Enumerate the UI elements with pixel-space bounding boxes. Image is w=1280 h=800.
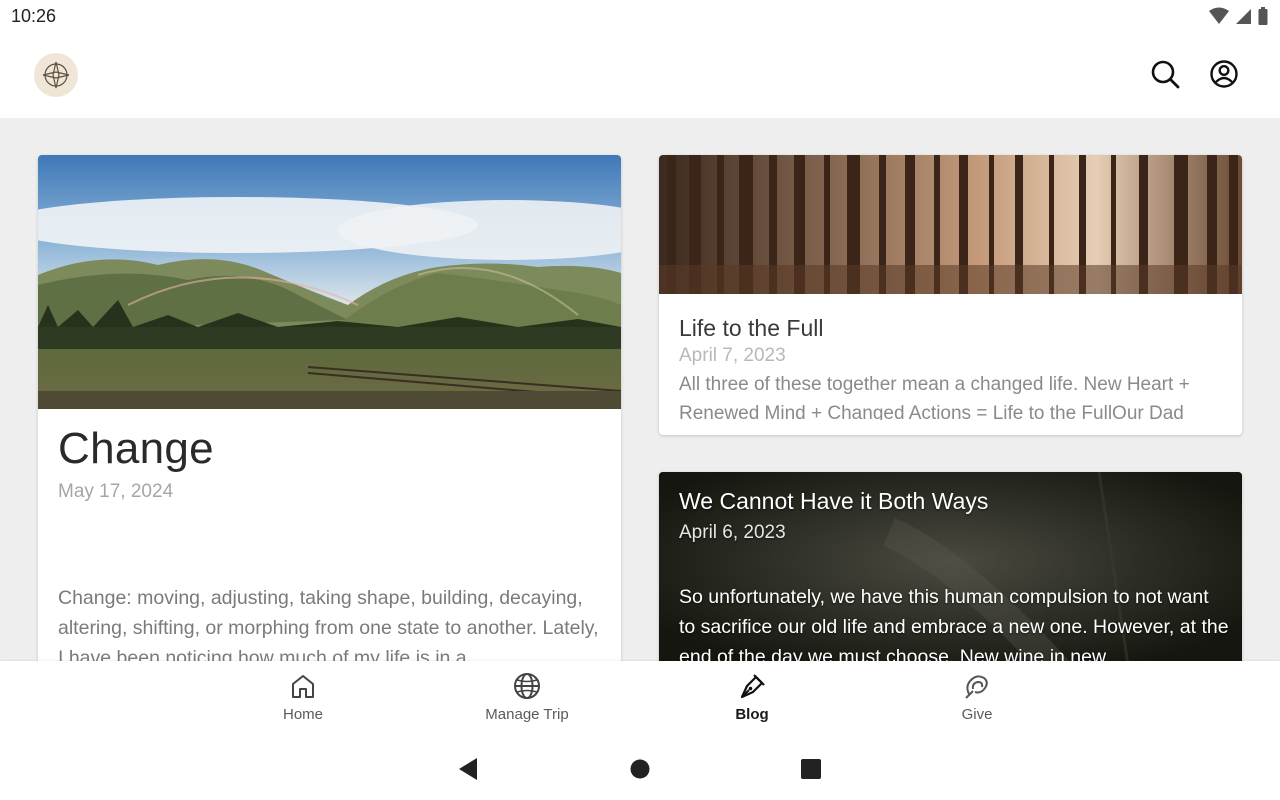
home-icon (288, 671, 318, 701)
account-circle-icon (1210, 60, 1238, 88)
mountain-rainbow-image (38, 155, 621, 409)
home-circle-icon (630, 759, 650, 779)
blog-post-card[interactable]: We Cannot Have it Both Ways April 6, 202… (659, 472, 1242, 661)
nav-item-give[interactable]: Give (912, 671, 1042, 731)
post-date: May 17, 2024 (58, 481, 174, 502)
post-excerpt: Change: moving, adjusting, taking shape,… (58, 587, 599, 661)
blog-post-card[interactable]: Life to the Full April 7, 2023 All three… (659, 155, 1242, 435)
nav-label-manage-trip: Manage Trip (485, 706, 569, 723)
nav-label-give: Give (961, 706, 993, 723)
recents-square-icon (801, 759, 821, 779)
give-icon (962, 671, 992, 701)
globe-icon (512, 671, 542, 701)
search-button[interactable] (1149, 58, 1181, 90)
app-bar (0, 36, 1280, 118)
nav-item-manage-trip[interactable]: Manage Trip (462, 671, 592, 731)
status-icons (1209, 7, 1268, 25)
bottom-navigation: Home Manage Trip Blog Give (0, 661, 1280, 737)
home-system-button[interactable] (627, 756, 653, 782)
nav-item-blog[interactable]: Blog (687, 671, 817, 731)
system-navigation-bar (0, 737, 1280, 800)
back-button[interactable] (455, 756, 481, 782)
post-date: April 6, 2023 (679, 522, 786, 543)
recents-button[interactable] (798, 756, 824, 782)
pen-nib-icon (737, 671, 767, 701)
post-excerpt: So unfortunately, we have this human com… (679, 586, 1229, 661)
battery-icon (1258, 7, 1268, 25)
forest-image (659, 155, 1242, 294)
post-title: We Cannot Have it Both Ways (679, 488, 989, 514)
nav-label-blog: Blog (735, 706, 769, 723)
search-icon (1151, 60, 1180, 89)
compass-logo-icon[interactable] (34, 53, 78, 97)
post-title: Life to the Full (679, 315, 824, 341)
post-date: April 7, 2023 (679, 345, 786, 366)
post-title: Change (58, 424, 214, 473)
wifi-icon (1209, 7, 1229, 24)
status-bar: 10:26 (0, 0, 1280, 36)
back-triangle-icon (459, 758, 477, 780)
post-excerpt: All three of these together mean a chang… (679, 374, 1190, 420)
status-time: 10:26 (11, 6, 57, 26)
blog-post-card[interactable]: Change May 17, 2024 Change: moving, adju… (38, 155, 621, 661)
blog-feed: Change May 17, 2024 Change: moving, adju… (0, 118, 1280, 661)
account-button[interactable] (1208, 58, 1240, 90)
nav-item-home[interactable]: Home (238, 671, 368, 731)
nav-label-home: Home (282, 706, 323, 723)
cell-signal-icon (1236, 9, 1251, 24)
